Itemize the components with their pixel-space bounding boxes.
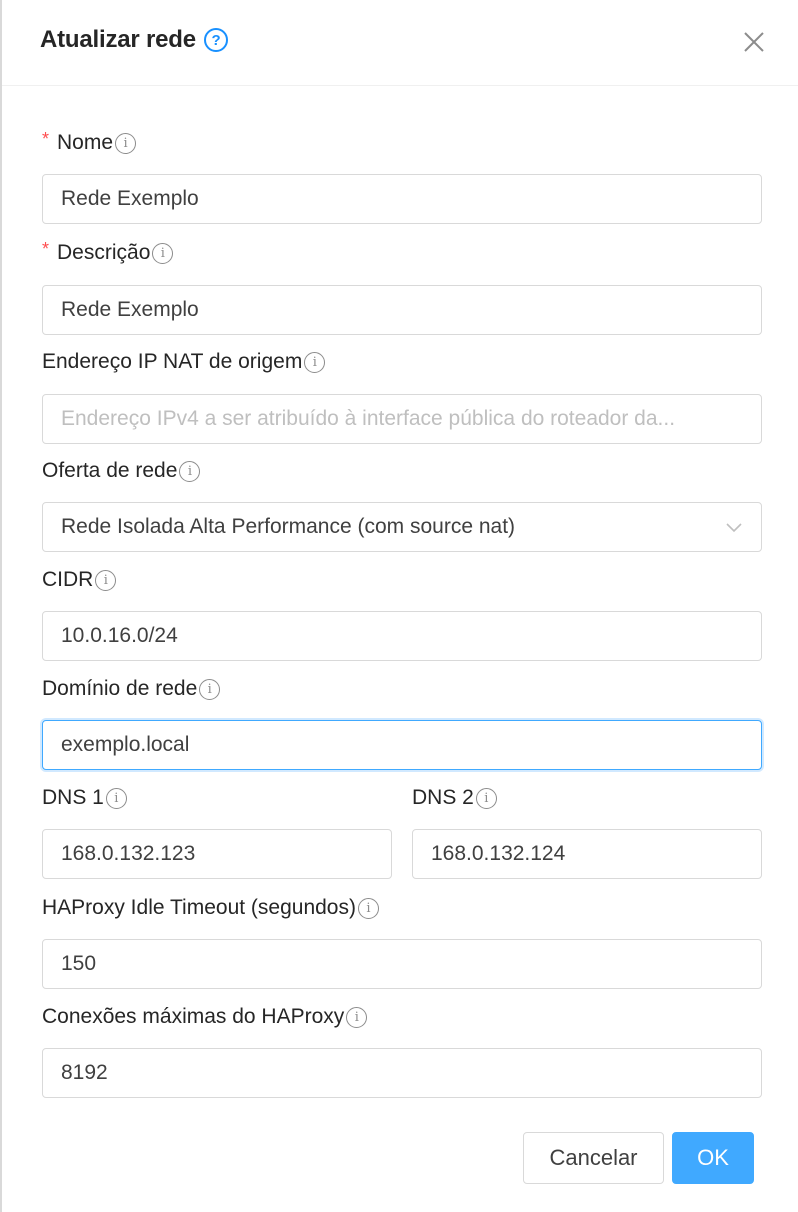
ok-button[interactable]: OK	[672, 1132, 754, 1184]
haproxy-timeout-label-text: HAProxy Idle Timeout (segundos)	[42, 896, 356, 919]
dominio-label-text: Domínio de rede	[42, 677, 198, 700]
info-icon[interactable]: i	[179, 460, 201, 482]
haproxy-timeout-label: HAProxy Idle Timeout (segundos) i	[42, 896, 379, 920]
info-icon[interactable]: i	[95, 569, 117, 591]
dns2-label: DNS 2 i	[412, 786, 497, 810]
oferta-label-text: Oferta de rede	[42, 459, 178, 482]
descricao-label: * Descrição i	[42, 238, 174, 265]
dns2-input[interactable]: 168.0.132.124	[412, 829, 762, 879]
nat-label-text: Endereço IP NAT de origem	[42, 350, 303, 373]
haproxy-timeout-input[interactable]: 150	[42, 939, 762, 989]
dns2-label-text: DNS 2	[412, 786, 474, 809]
cidr-label-text: CIDR	[42, 568, 94, 591]
dns1-label: DNS 1 i	[42, 786, 127, 810]
dns1-label-text: DNS 1	[42, 786, 104, 809]
close-icon	[744, 32, 764, 52]
update-network-modal: Atualizar rede ? * Nome i Rede Exemplo *…	[0, 0, 798, 1212]
info-icon[interactable]: i	[475, 787, 497, 809]
info-icon[interactable]: i	[199, 678, 221, 700]
required-mark: *	[42, 128, 50, 149]
chevron-down-icon	[726, 523, 742, 533]
info-icon[interactable]: i	[152, 242, 174, 264]
dns1-input[interactable]: 168.0.132.123	[42, 829, 392, 879]
oferta-select[interactable]: Rede Isolada Alta Performance (com sourc…	[42, 502, 762, 552]
dominio-input[interactable]: exemplo.local	[42, 720, 762, 770]
cidr-label: CIDR i	[42, 568, 117, 592]
cidr-input[interactable]: 10.0.16.0/24	[42, 611, 762, 661]
required-mark: *	[42, 238, 50, 259]
modal-header: Atualizar rede ?	[2, 0, 798, 86]
info-icon[interactable]: i	[346, 1006, 368, 1028]
info-icon[interactable]: i	[105, 787, 127, 809]
descricao-input[interactable]: Rede Exemplo	[42, 285, 762, 335]
help-icon[interactable]: ?	[203, 28, 228, 52]
oferta-label: Oferta de rede i	[42, 459, 201, 483]
oferta-selected-value: Rede Isolada Alta Performance (com sourc…	[61, 515, 516, 538]
close-button[interactable]	[740, 28, 768, 56]
haproxy-max-label-text: Conexões máximas do HAProxy	[42, 1005, 345, 1028]
nome-input[interactable]: Rede Exemplo	[42, 174, 762, 224]
haproxy-max-label: Conexões máximas do HAProxy i	[42, 1005, 368, 1029]
modal-title: Atualizar rede	[40, 26, 196, 53]
dominio-label: Domínio de rede i	[42, 677, 221, 701]
modal-title-group: Atualizar rede ?	[40, 26, 228, 54]
info-icon[interactable]: i	[115, 132, 137, 154]
descricao-label-text: Descrição	[57, 241, 151, 264]
cancel-button[interactable]: Cancelar	[523, 1132, 664, 1184]
nome-label-text: Nome	[57, 131, 114, 154]
nome-label: * Nome i	[42, 128, 137, 155]
info-icon[interactable]: i	[304, 351, 326, 373]
nat-label: Endereço IP NAT de origem i	[42, 350, 326, 374]
haproxy-max-input[interactable]: 8192	[42, 1048, 762, 1098]
info-icon[interactable]: i	[357, 897, 379, 919]
nat-input[interactable]: Endereço IPv4 a ser atribuído à interfac…	[42, 394, 762, 444]
